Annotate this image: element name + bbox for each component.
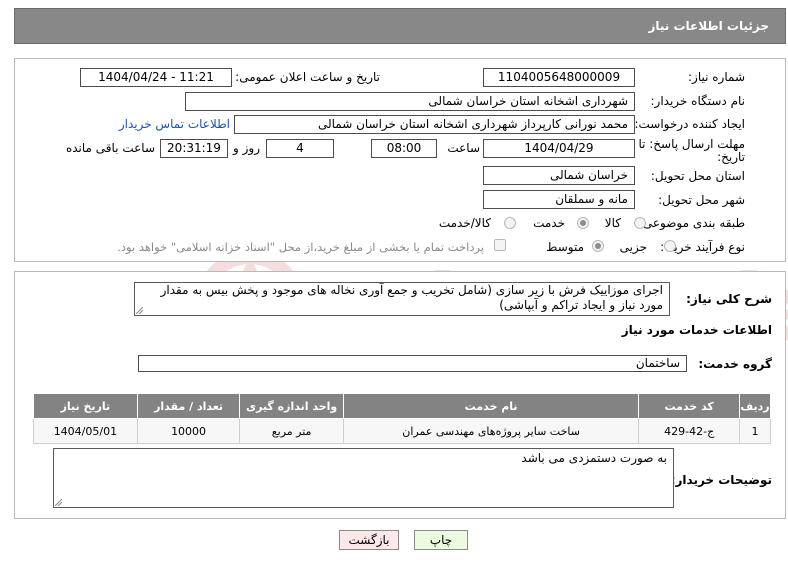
table-row: 1 ج-42-429 ساخت سایر پروژه‌های مهندسی عم… [33,418,771,444]
row-number: 1 [739,418,771,444]
buyer-field[interactable]: شهرداری اشخانه استان خراسان شمالی [185,92,635,111]
category-goods-radio[interactable] [634,217,646,229]
deadline-label: مهلت ارسال پاسخ: تا [638,137,745,151]
requester-label: ایجاد کننده درخواست: [634,117,745,131]
province-field[interactable]: خراسان شمالی [483,166,635,185]
announce-field[interactable]: 1404/04/24 - 11:21 [80,68,232,87]
services-table: ردیف کد خدمت نام خدمت واحد اندازه گیری ت… [33,393,771,444]
services-table-header: ردیف کد خدمت نام خدمت واحد اندازه گیری ت… [33,393,771,419]
category-label: طبقه بندی موضوعی: [638,216,745,230]
resize-handle-icon[interactable] [136,307,143,314]
quantity: 10000 [136,418,241,444]
service-code: ج-42-429 [638,418,741,444]
remaining-label: ساعت باقی مانده [65,141,155,155]
buyer-notes-label: توضیحات خریدار: [670,473,772,487]
deadline-date-field[interactable]: 1404/04/29 [483,139,635,158]
page-header: جزئیات اطلاعات نیاز [14,8,786,44]
summary-text: اجرای موزاییک فرش با زیر سازی (شامل تخری… [160,283,663,312]
treasury-payment-note: پرداخت تمام یا بخشی از مبلغ خرید،از محل … [117,240,484,254]
province-label: استان محل تحویل: [650,169,745,183]
category-service-label: خدمت [533,216,565,230]
need-number-label: شماره نیاز: [688,70,745,84]
col-row: ردیف [739,393,771,419]
days-field[interactable]: 4 [266,139,334,158]
print-button[interactable]: چاپ [414,530,468,550]
need-number-field[interactable]: 1104005648000009 [483,68,635,87]
deadline-time-field[interactable]: 08:00 [371,139,437,158]
need-info-panel [14,58,786,262]
purchase-medium-radio[interactable] [592,240,604,252]
buyer-notes-text: به صورت دستمزدی می باشد [521,451,667,465]
col-unit: واحد اندازه گیری [239,393,344,419]
services-section-title: اطلاعات خدمات مورد نیاز [621,323,772,337]
treasury-payment-checkbox[interactable] [494,239,506,251]
category-service-radio[interactable] [577,217,589,229]
col-code: کد خدمت [638,393,741,419]
col-quantity: تعداد / مقدار [136,393,241,419]
purchase-minor-label: جزیی [619,240,647,254]
summary-label: شرح کلی نیاز: [686,292,772,306]
back-button[interactable]: بازگشت [339,530,399,550]
time-label: ساعت [447,141,480,155]
col-need-date: تاریخ نیاز [33,393,138,419]
days-label: روز و [233,141,260,155]
requester-field[interactable]: محمد نورانی کارپرداز شهرداری اشخانه استا… [234,115,635,134]
city-field[interactable]: مانه و سملقان [483,190,635,209]
col-name: نام خدمت [342,393,640,419]
unit: متر مربع [239,418,344,444]
summary-textarea[interactable]: اجرای موزاییک فرش با زیر سازی (شامل تخری… [134,282,670,316]
page-title: جزئیات اطلاعات نیاز [648,19,769,33]
buyer-notes-textarea[interactable]: به صورت دستمزدی می باشد [53,448,674,508]
resize-handle-icon[interactable] [55,499,62,506]
city-label: شهر محل تحویل: [658,193,745,207]
service-group-field[interactable]: ساختمان [138,355,687,372]
category-both-radio[interactable] [504,217,516,229]
buyer-label: نام دستگاه خریدار: [650,94,746,108]
deadline-date-label: تاریخ: [717,150,745,164]
announce-label: تاریخ و ساعت اعلان عمومی: [235,70,380,84]
purchase-medium-label: متوسط [546,240,584,254]
contact-info-link[interactable]: اطلاعات تماس خریدار [119,117,230,131]
need-date: 1404/05/01 [33,418,138,444]
service-name: ساخت سایر پروژه‌های مهندسی عمران [342,418,640,444]
remaining-time-field[interactable]: 20:31:19 [160,139,228,158]
purchase-minor-radio[interactable] [664,240,676,252]
category-goods-label: کالا [604,216,621,230]
service-group-label: گروه خدمت: [698,357,772,371]
category-both-label: کالا/خدمت [438,216,491,230]
